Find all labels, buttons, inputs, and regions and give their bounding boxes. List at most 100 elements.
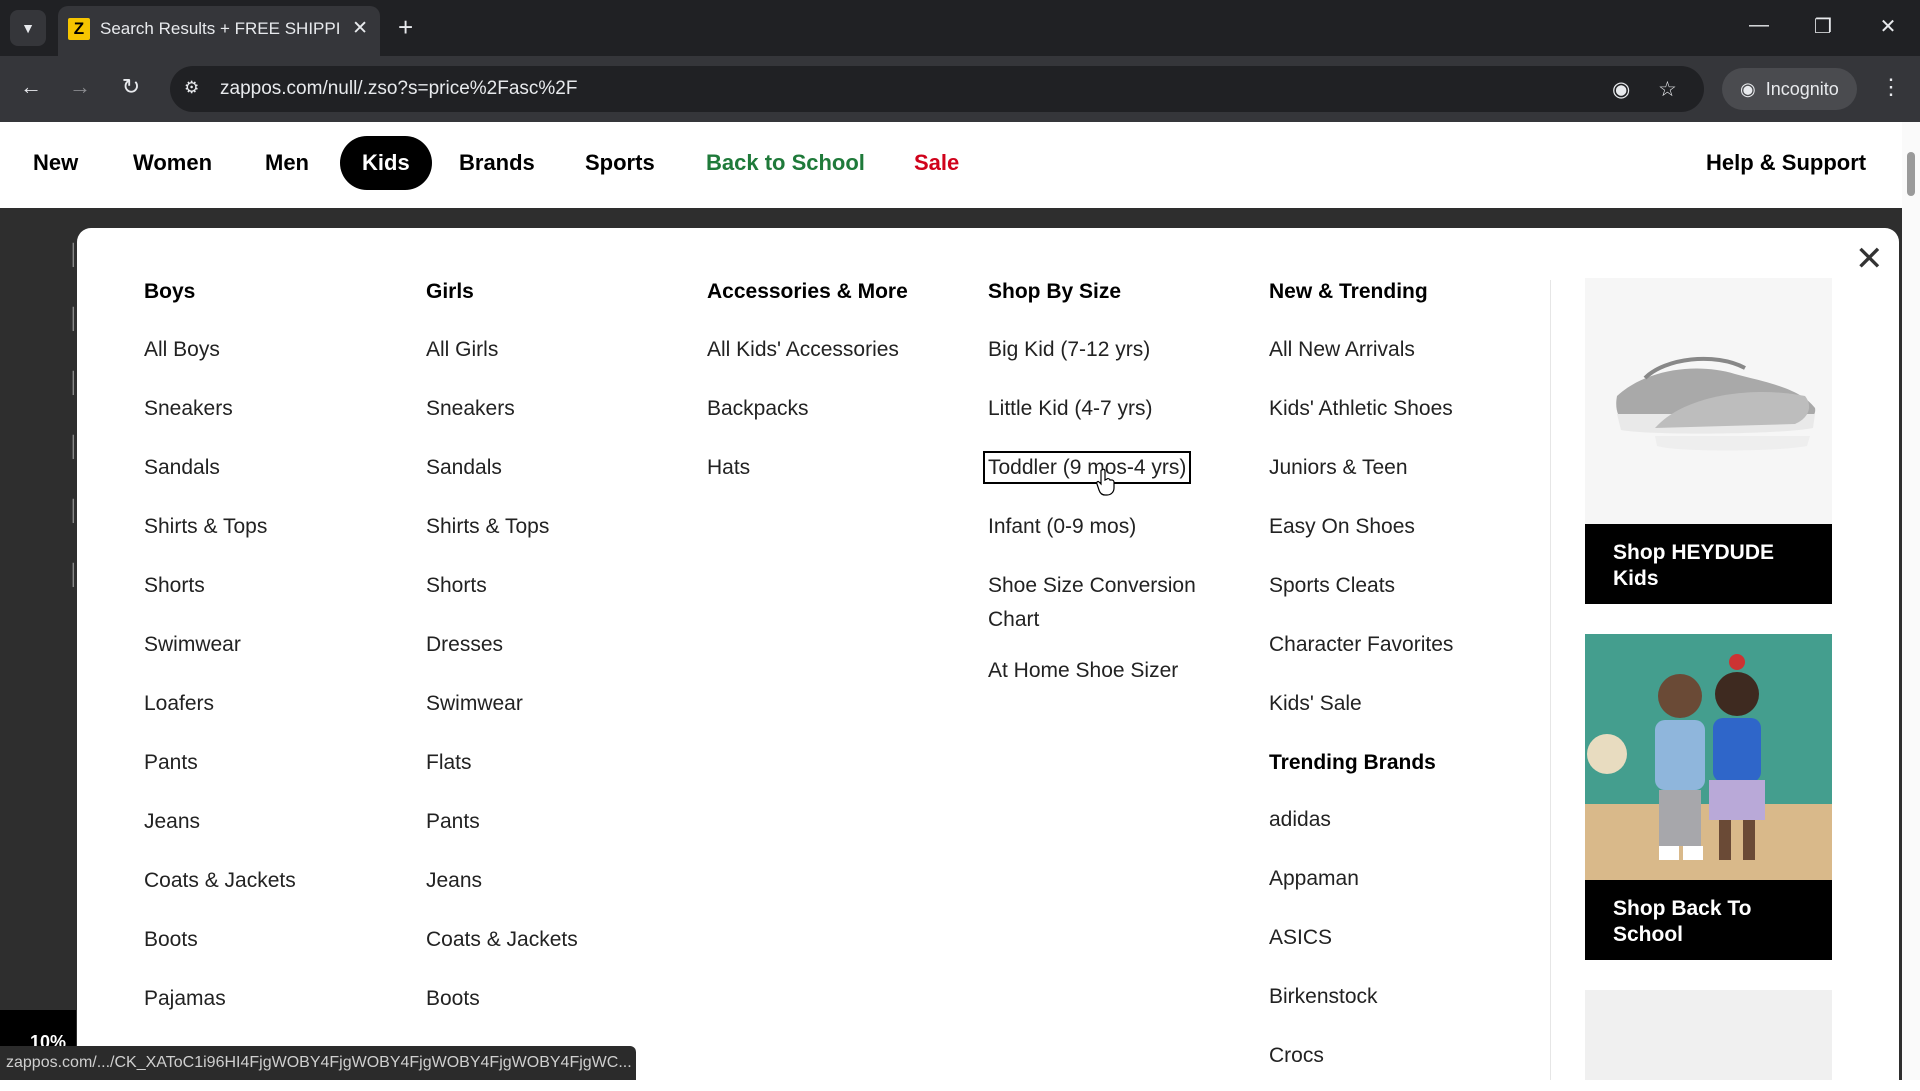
menu-link[interactable]: All Girls <box>426 326 578 385</box>
browser-tab[interactable]: Z Search Results + FREE SHIPPING ✕ <box>58 6 380 56</box>
zappos-favicon-icon: Z <box>68 18 90 40</box>
menu-link[interactable]: Sneakers <box>144 385 296 444</box>
menu-link[interactable]: Pants <box>144 739 296 798</box>
kids-photo <box>1585 634 1832 880</box>
tab-close-icon[interactable]: ✕ <box>352 18 368 40</box>
menu-link[interactable]: Shorts <box>426 562 578 621</box>
menu-link[interactable]: Coats & Jackets <box>144 857 296 916</box>
brand-link[interactable]: ASICS <box>1269 914 1453 973</box>
menu-link[interactable]: At Home Shoe Sizer <box>988 647 1228 706</box>
menu-link[interactable]: Pajamas <box>144 975 296 1034</box>
menu-link[interactable]: Character Favorites <box>1269 621 1453 680</box>
menu-column-accessories: Accessories & More All Kids' Accessories… <box>707 268 908 503</box>
incognito-label: Incognito <box>1765 78 1839 99</box>
promo-label[interactable]: Shop Back To School <box>1585 880 1832 960</box>
menu-link[interactable]: Little Kid (4-7 yrs) <box>988 385 1228 444</box>
nav-kids[interactable]: Kids <box>340 136 432 190</box>
nav-sale[interactable]: Sale <box>914 150 959 176</box>
menu-link[interactable]: Pants <box>426 798 578 857</box>
restore-icon[interactable]: ❐ <box>1808 14 1838 39</box>
menu-link[interactable]: Coats & Jackets <box>426 916 578 975</box>
status-bar-url: zappos.com/.../CK_XAToC1i96HI4FjgWOBY4Fj… <box>0 1046 636 1080</box>
window-close-icon[interactable]: ✕ <box>1873 14 1903 39</box>
menu-link[interactable]: Swimwear <box>144 621 296 680</box>
shoe-illustration-icon <box>1585 278 1832 524</box>
scrollbar-thumb[interactable] <box>1907 152 1915 196</box>
bookmark-star-icon[interactable]: ☆ <box>1658 77 1677 102</box>
tab-list-button[interactable]: ▼ <box>10 10 46 46</box>
menu-link[interactable]: Flats <box>426 739 578 798</box>
menu-link-label[interactable]: Toddler (9 mos-4 yrs) <box>982 451 1192 484</box>
menu-link[interactable]: Jeans <box>426 857 578 916</box>
column-heading[interactable]: Boys <box>144 268 296 326</box>
brand-link[interactable]: adidas <box>1269 796 1453 855</box>
shoe-image <box>1585 278 1832 524</box>
menu-link[interactable]: Dresses <box>426 621 578 680</box>
menu-link[interactable]: Jeans <box>144 798 296 857</box>
forward-arrow-icon[interactable]: → <box>65 74 95 100</box>
chevron-down-icon: ▼ <box>21 20 35 36</box>
menu-link[interactable]: Swimwear <box>426 680 578 739</box>
kids-illustration-icon <box>1585 634 1832 880</box>
menu-link[interactable]: Big Kid (7-12 yrs) <box>988 326 1228 385</box>
incognito-indicator[interactable]: ◉ Incognito <box>1722 68 1857 110</box>
menu-divider <box>1550 280 1551 1080</box>
column-heading[interactable]: Accessories & More <box>707 268 908 326</box>
nav-sports[interactable]: Sports <box>585 150 655 176</box>
column-heading[interactable]: New & Trending <box>1269 268 1453 326</box>
menu-link[interactable]: Backpacks <box>707 385 908 444</box>
minimize-icon[interactable]: — <box>1744 14 1774 37</box>
menu-column-new-trending: New & Trending All New Arrivals Kids' At… <box>1269 268 1453 1091</box>
menu-link[interactable]: Kids' Athletic Shoes <box>1269 385 1453 444</box>
menu-link[interactable]: Sandals <box>144 444 296 503</box>
promo-card-partial[interactable] <box>1585 990 1832 1080</box>
menu-link[interactable]: Infant (0-9 mos) <box>988 503 1228 562</box>
address-bar[interactable]: ⚙ zappos.com/null/.zso?s=price%2Fasc%2F … <box>170 66 1704 112</box>
back-arrow-icon[interactable]: ← <box>16 74 46 100</box>
menu-link[interactable]: Sneakers <box>426 385 578 444</box>
promo-card-back-to-school[interactable]: Shop Back To School <box>1585 634 1832 960</box>
menu-link[interactable]: Shirts & Tops <box>144 503 296 562</box>
menu-link[interactable]: Loafers <box>144 680 296 739</box>
menu-link[interactable]: Sandals <box>426 444 578 503</box>
incognito-icon: ◉ <box>1740 78 1756 99</box>
help-support-link[interactable]: Help & Support <box>1706 150 1866 176</box>
close-menu-icon[interactable]: ✕ <box>1855 242 1884 276</box>
url-text[interactable]: zappos.com/null/.zso?s=price%2Fasc%2F <box>220 78 577 100</box>
site-header: New Women Men Kids Brands Sports Back to… <box>0 122 1920 208</box>
page-scrollbar[interactable] <box>1902 122 1920 1080</box>
tracking-eye-off-icon[interactable]: ◉ <box>1612 77 1630 102</box>
browser-menu-icon[interactable]: ⋮ <box>1880 74 1902 100</box>
nav-new[interactable]: New <box>33 150 78 176</box>
brand-link[interactable]: Appaman <box>1269 855 1453 914</box>
promo-card-heydude[interactable]: Shop HEYDUDE Kids <box>1585 278 1832 604</box>
menu-link[interactable]: All Kids' Accessories <box>707 326 908 385</box>
brand-link[interactable]: Crocs <box>1269 1032 1453 1091</box>
menu-link[interactable]: Kids' Sale <box>1269 680 1453 739</box>
site-settings-icon[interactable]: ⚙ <box>184 78 206 100</box>
menu-link[interactable]: All New Arrivals <box>1269 326 1453 385</box>
nav-back-to-school[interactable]: Back to School <box>706 150 865 176</box>
menu-link[interactable]: All Boys <box>144 326 296 385</box>
menu-link[interactable]: Sports Cleats <box>1269 562 1453 621</box>
menu-link[interactable]: Juniors & Teen <box>1269 444 1453 503</box>
nav-brands[interactable]: Brands <box>459 150 535 176</box>
menu-link[interactable]: Easy On Shoes <box>1269 503 1453 562</box>
menu-link[interactable]: Boots <box>144 916 296 975</box>
promo-label[interactable]: Shop HEYDUDE Kids <box>1585 524 1832 604</box>
new-tab-plus-icon[interactable]: + <box>398 14 413 40</box>
reload-icon[interactable]: ↻ <box>116 74 146 100</box>
menu-link[interactable]: Shorts <box>144 562 296 621</box>
column-heading[interactable]: Girls <box>426 268 578 326</box>
nav-women[interactable]: Women <box>133 150 212 176</box>
menu-column-girls: Girls All Girls Sneakers Sandals Shirts … <box>426 268 578 1034</box>
nav-men[interactable]: Men <box>265 150 309 176</box>
brand-link[interactable]: Birkenstock <box>1269 973 1453 1032</box>
column-heading[interactable]: Shop By Size <box>988 268 1228 326</box>
menu-link[interactable]: Shirts & Tops <box>426 503 578 562</box>
menu-link[interactable]: Shoe Size Conversion Chart <box>988 562 1228 647</box>
menu-link[interactable]: Boots <box>426 975 578 1034</box>
menu-column-boys: Boys All Boys Sneakers Sandals Shirts & … <box>144 268 296 1034</box>
hand-cursor-icon <box>1096 468 1115 496</box>
menu-link[interactable]: Hats <box>707 444 908 503</box>
